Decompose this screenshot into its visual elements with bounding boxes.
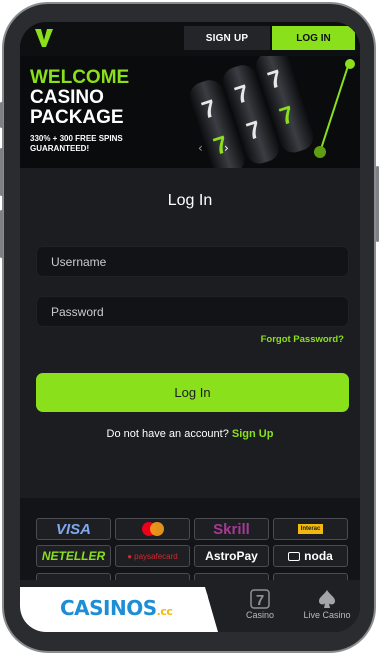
- nav-item-casino-label: Casino: [245, 610, 274, 620]
- banner-subtitle: 330% + 300 FREE SPINS GUARANTEED!: [30, 134, 190, 154]
- login-title: Log In: [167, 192, 213, 209]
- banner-title-line-1: WELCOME: [30, 67, 130, 88]
- sign-up-button[interactable]: SIGN UP: [184, 26, 270, 50]
- banner-title: WELCOME CASINO PACKAGE: [30, 68, 190, 128]
- promo-banner[interactable]: WELCOME CASINO PACKAGE 330% + 300 FREE S…: [20, 56, 360, 168]
- login-form: Log In Forgot Password? Log In Do not ha…: [20, 168, 360, 498]
- watermark-brand: CASINOS: [60, 596, 157, 620]
- no-account-text: Do not have an account?: [106, 428, 229, 440]
- phone-volume-up-button: [0, 148, 3, 196]
- nav-item-casino[interactable]: 7 Casino: [225, 588, 295, 628]
- mastercard-logo: [115, 518, 190, 540]
- svg-text:7: 7: [256, 592, 264, 609]
- banner-title-line-3: PACKAGE: [30, 107, 124, 128]
- interac-logo-text: Interac: [297, 524, 324, 534]
- signup-link[interactable]: Sign Up: [232, 428, 274, 440]
- phone-side-button: [0, 102, 3, 128]
- skrill-logo-text: Skrill: [213, 520, 250, 538]
- visa-logo: VISA: [36, 518, 111, 540]
- svg-text:‹: ‹: [198, 141, 203, 155]
- phone-screen: SIGN UP LOG IN WELCOME CASINO PACKAGE 33…: [20, 22, 360, 632]
- banner-subtitle-line-1: 330% + 300 FREE SPINS: [30, 134, 123, 143]
- brand-logo-icon[interactable]: [34, 27, 54, 49]
- paysafecard-logo: ● paysafecard: [115, 545, 190, 567]
- banner-title-line-2: CASINO: [30, 87, 104, 108]
- password-field[interactable]: [36, 296, 349, 327]
- username-field[interactable]: [36, 246, 349, 277]
- login-submit-button[interactable]: Log In: [36, 373, 349, 412]
- skrill-logo: Skrill: [194, 518, 269, 540]
- visa-logo-text: VISA: [55, 520, 91, 538]
- spade-icon: [319, 590, 335, 608]
- paysafecard-logo-text: paysafecard: [134, 551, 178, 561]
- paysafecard-dot-icon: ●: [127, 551, 133, 561]
- casinos-cc-watermark: CASINOS.cc: [20, 587, 218, 632]
- signup-prompt: Do not have an account? Sign Up: [20, 428, 360, 440]
- mastercard-icon: [141, 522, 164, 536]
- neteller-logo-text: NETELLER: [41, 549, 106, 563]
- noda-logo: noda: [273, 545, 348, 567]
- top-bar: SIGN UP LOG IN: [20, 22, 360, 56]
- log-in-button[interactable]: LOG IN: [272, 26, 355, 50]
- slot-reels-image: 7 7 7 7 7 7 ‹ ›: [170, 56, 360, 168]
- username-input[interactable]: [37, 247, 348, 276]
- phone-volume-down-button: [0, 210, 3, 258]
- noda-logo-text: noda: [304, 549, 333, 563]
- watermark-logo: CASINOS.cc: [60, 596, 173, 620]
- noda-grid-icon: [288, 551, 301, 561]
- svg-text:›: ›: [224, 141, 229, 155]
- nav-item-live-casino-label: Live Casino: [303, 610, 351, 620]
- nav-item-live-casino[interactable]: Live Casino: [292, 588, 360, 628]
- password-input[interactable]: [37, 297, 348, 326]
- astropay-logo-text: AstroPay: [205, 549, 258, 563]
- phone-power-button: [376, 166, 379, 242]
- watermark-suffix: .cc: [156, 605, 173, 618]
- banner-subtitle-line-2: GUARANTEED!: [30, 144, 90, 153]
- interac-logo: Interac: [273, 518, 348, 540]
- astropay-logo: AstroPay: [194, 545, 269, 567]
- neteller-logo: NETELLER: [36, 545, 111, 567]
- forgot-password-link[interactable]: Forgot Password?: [261, 334, 344, 345]
- seven-icon: 7: [250, 589, 270, 609]
